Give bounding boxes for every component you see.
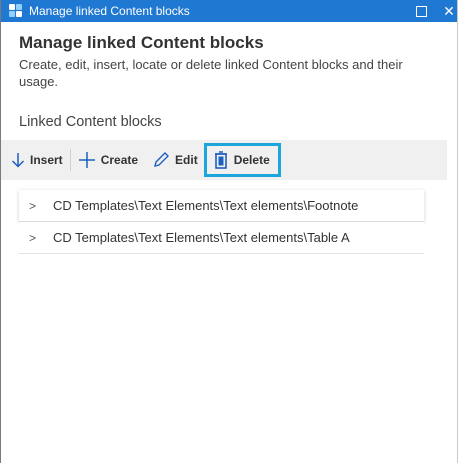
insert-button[interactable]: Insert xyxy=(11,146,63,174)
list-item[interactable]: > CD Templates\Text Elements\Text elemen… xyxy=(19,190,424,222)
list-item[interactable]: > CD Templates\Text Elements\Text elemen… xyxy=(19,222,424,254)
maximize-button[interactable] xyxy=(407,0,435,22)
page-title: Manage linked Content blocks xyxy=(19,33,264,52)
plus-icon xyxy=(78,152,95,168)
insert-label: Insert xyxy=(30,153,63,167)
chevron-right-icon[interactable]: > xyxy=(29,231,45,245)
app-icon xyxy=(9,4,23,18)
edit-label: Edit xyxy=(175,153,198,167)
delete-label: Delete xyxy=(233,153,270,167)
section-title: Linked Content blocks xyxy=(19,114,162,130)
list-item-label: CD Templates\Text Elements\Text elements… xyxy=(53,230,350,245)
title-bar: Manage linked Content blocks ✕ xyxy=(1,0,457,22)
dialog-window: Manage linked Content blocks ✕ Manage li… xyxy=(0,0,458,463)
page-description: Create, edit, insert, locate or delete l… xyxy=(19,57,403,89)
pencil-icon xyxy=(154,152,170,167)
create-button[interactable]: Create xyxy=(78,146,138,174)
trash-icon xyxy=(214,151,227,169)
edit-button[interactable]: Edit xyxy=(152,146,198,174)
create-label: Create xyxy=(100,153,139,167)
delete-button[interactable]: Delete xyxy=(203,143,281,177)
window-title: Manage linked Content blocks xyxy=(29,4,190,18)
dialog-content: Manage linked Content blocks Create, edi… xyxy=(1,33,457,254)
arrow-down-icon xyxy=(11,153,25,168)
maximize-icon xyxy=(415,5,427,17)
content-block-list: > CD Templates\Text Elements\Text elemen… xyxy=(19,190,424,254)
close-icon: ✕ xyxy=(443,2,455,19)
close-button[interactable]: ✕ xyxy=(435,0,458,22)
list-item-label: CD Templates\Text Elements\Text elements… xyxy=(53,198,359,213)
toolbar-separator xyxy=(69,149,71,171)
chevron-right-icon[interactable]: > xyxy=(29,199,45,213)
toolbar: Insert Create Edit Delete xyxy=(1,140,447,180)
